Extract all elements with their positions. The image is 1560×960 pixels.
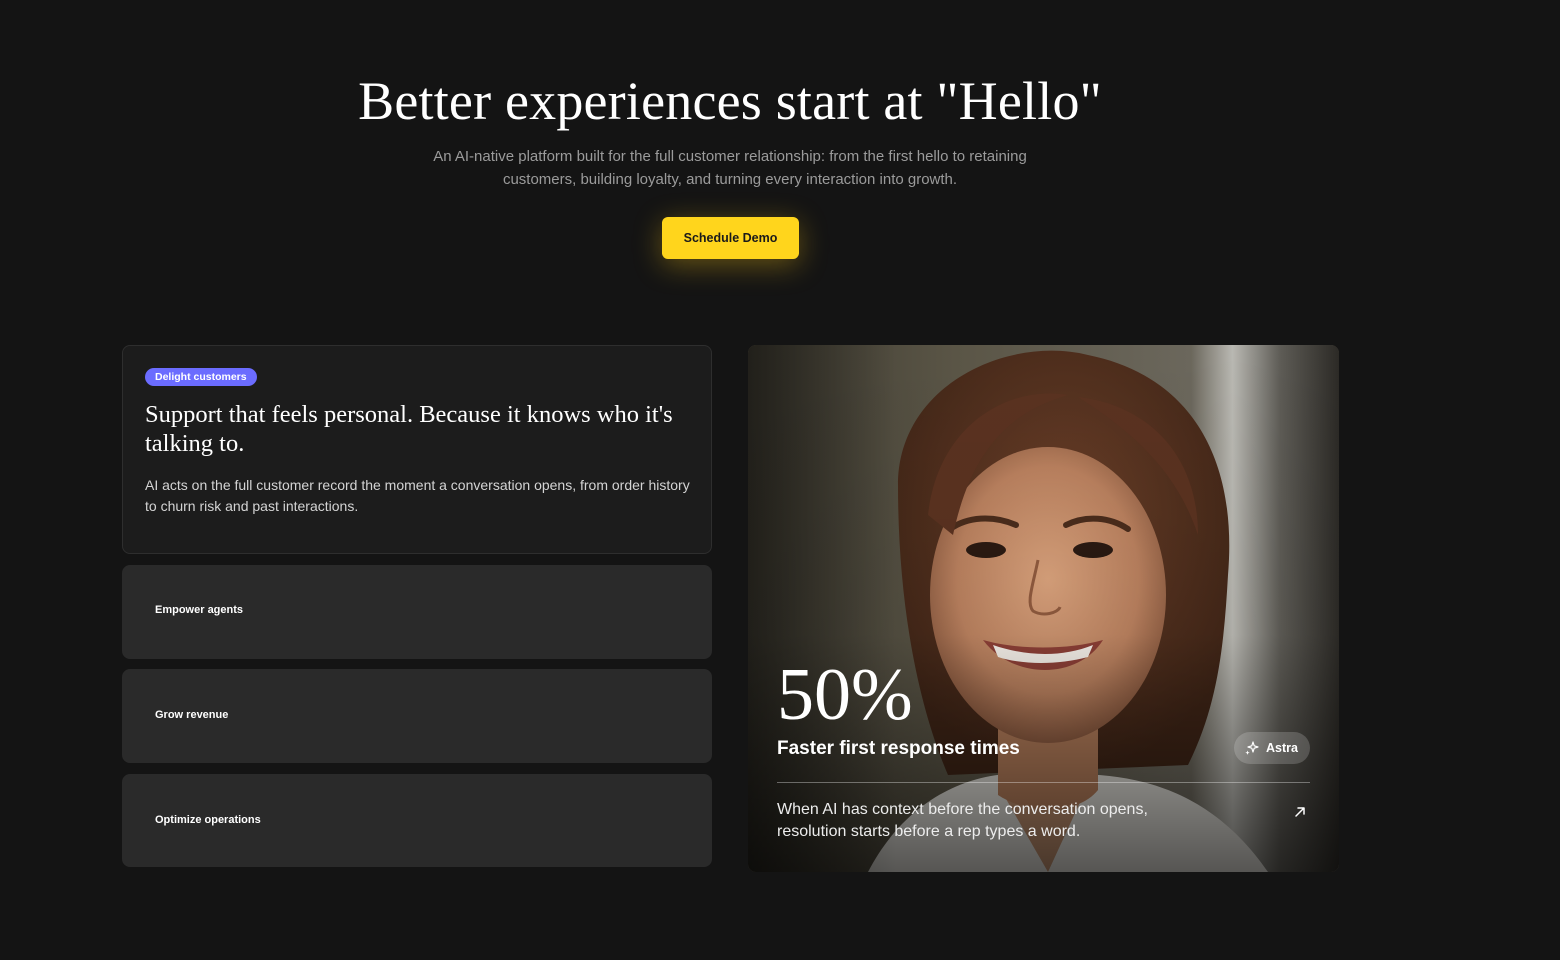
feature-tag: Delight customers xyxy=(145,368,257,386)
feature-card-label: Optimize operations xyxy=(155,814,261,826)
stat-card: 50% Faster first response times Astra Wh… xyxy=(748,345,1339,872)
astra-badge: Astra xyxy=(1234,732,1310,764)
customer-photo xyxy=(748,345,1339,872)
badge-label: Astra xyxy=(1266,741,1298,755)
hero-subtitle: An AI-native platform built for the full… xyxy=(433,148,1027,188)
arrow-up-right-icon[interactable] xyxy=(1293,805,1307,819)
feature-card-grow-revenue[interactable]: Grow revenue xyxy=(122,669,712,763)
feature-card-label: Grow revenue xyxy=(155,709,229,721)
feature-card-empower-agents[interactable]: Empower agents xyxy=(122,565,712,659)
feature-card-optimize-operations[interactable]: Optimize operations xyxy=(122,774,712,867)
feature-card-delight-customers[interactable]: Delight customers Support that feels per… xyxy=(122,345,712,554)
hero-title: Better experiences start at "Hello" xyxy=(358,71,1102,131)
sparkle-icon xyxy=(1245,741,1259,755)
divider xyxy=(777,782,1310,783)
schedule-demo-button[interactable]: Schedule Demo xyxy=(662,217,799,259)
stat-label: Faster first response times xyxy=(777,738,1020,759)
feature-card-label: Empower agents xyxy=(155,604,244,616)
feature-description: AI acts on the full customer record the … xyxy=(145,477,690,514)
stat-value: 50% xyxy=(777,654,913,736)
stat-description: When AI has context before the conversat… xyxy=(777,801,1148,840)
feature-title: Support that feels personal. Because it … xyxy=(145,401,673,457)
